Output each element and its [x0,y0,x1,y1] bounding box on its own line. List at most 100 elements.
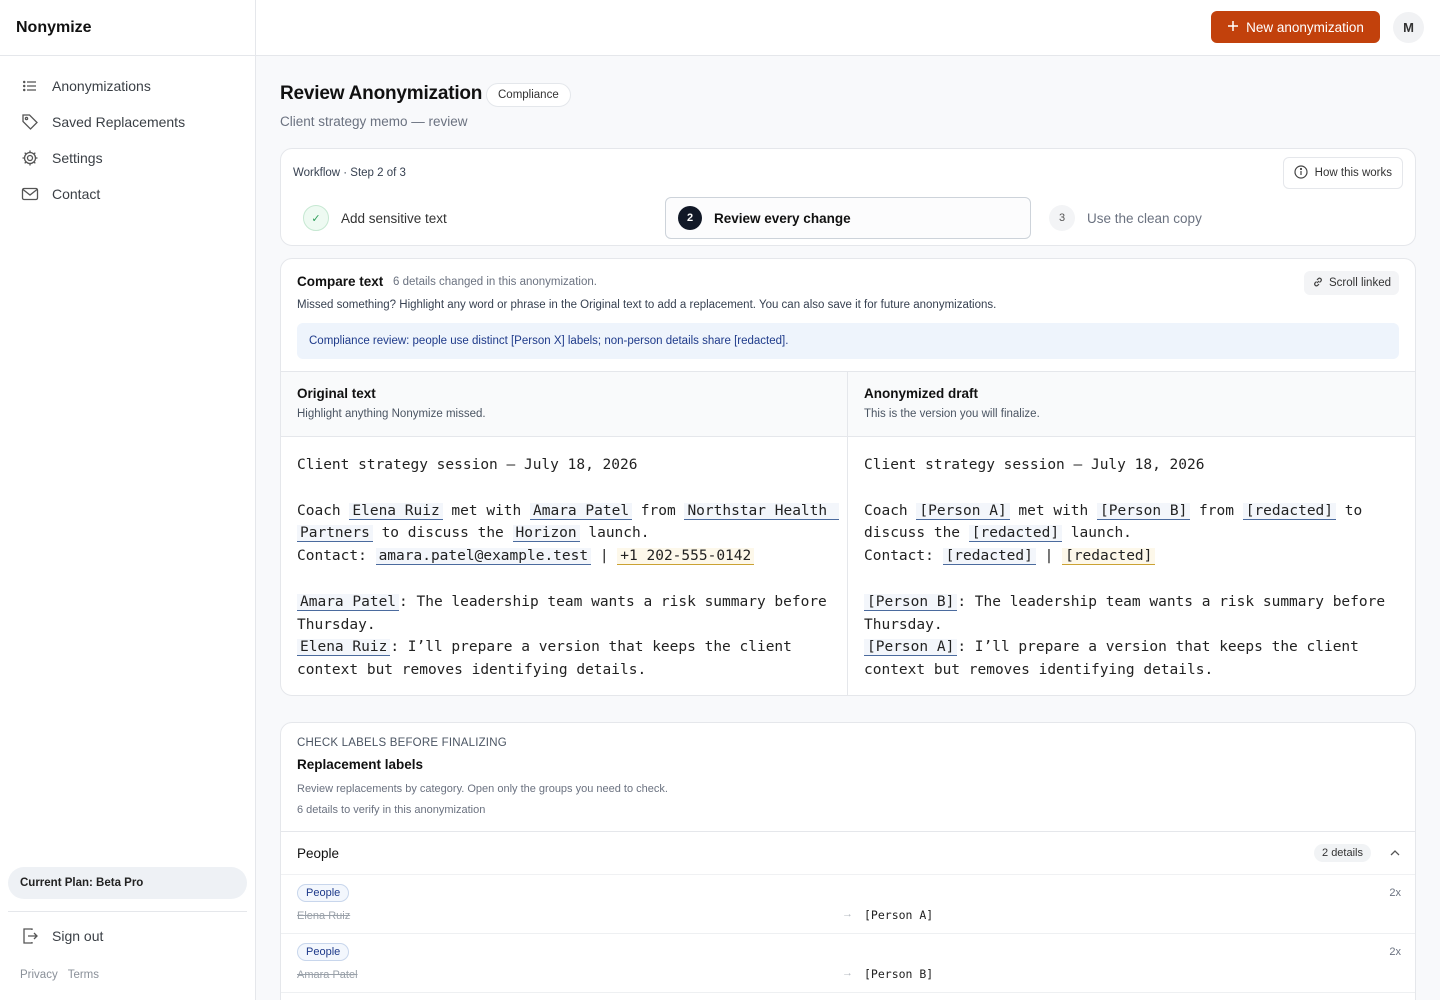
highlighted-replacement[interactable]: Amara Patel [297,593,400,611]
compare-title: Compare text [297,274,384,289]
brand-logo[interactable]: Nonymize [0,0,255,56]
step-label: Review every change [714,210,851,226]
sidebar-item-settings[interactable]: Settings [0,140,255,176]
step-review-every-change[interactable]: 2 Review every change [665,197,1031,239]
text-line [864,477,1401,500]
highlighted-replacement[interactable]: Horizon [512,525,580,543]
text-line: discuss the [redacted] launch. [864,522,1401,545]
text-line: Thursday. [864,614,1401,637]
category-tag: People [297,943,350,961]
page-title: Review Anonymization [280,83,483,104]
text-segment: Client strategy session — July 18, 2026 [297,457,638,473]
legal-links: Privacy Terms [20,969,99,981]
step-number: 2 [678,206,702,230]
occurrence-count: 2x [1389,887,1401,899]
scroll-linked-label: Scroll linked [1329,277,1391,289]
labels-overline: CHECK LABELS BEFORE FINALIZING [297,737,507,749]
text-line [297,477,831,500]
step-number: 3 [1049,205,1075,231]
text-segment: met with [1009,502,1098,519]
text-segment: : I’ll prepare a version that keeps the … [957,639,1359,656]
text-line: Thursday. [297,614,831,637]
text-segment: Contact: [297,548,376,565]
text-line: Coach Elena Ruiz met with Amara Patel fr… [297,500,839,523]
category-tag: People [297,884,350,902]
text-line: context but removes identifying details. [297,659,831,682]
highlighted-replacement[interactable]: Elena Ruiz [297,639,391,657]
current-plan-badge[interactable]: Current Plan: Beta Pro [8,867,247,899]
replacement-labels-card: CHECK LABELS BEFORE FINALIZING Replaceme… [280,722,1416,1000]
text-line: Coach [Person A] met with [Person B] fro… [864,500,1401,523]
sidebar-item-contact[interactable]: Contact [0,176,255,212]
sidebar-item-anonymizations[interactable]: Anonymizations [0,68,255,104]
highlighted-replacement[interactable]: +1 202-555-0142 [617,548,755,566]
original-text-body[interactable]: Client strategy session — July 18, 2026 C… [281,437,847,682]
original-panel-header: Original text Highlight anything Nonymiz… [281,372,847,437]
highlighted-replacement[interactable]: [redacted] [942,548,1036,566]
page-subtitle: Client strategy memo — review [280,114,468,129]
chevron-up-icon[interactable] [1389,847,1401,859]
arrow-right-icon: → [842,908,853,920]
text-line: [Person B]: The leadership team wants a … [864,591,1401,614]
step-label: Use the clean copy [1087,210,1202,226]
text-segment: Contact: [864,548,943,565]
workflow-label: Workflow · Step 2 of 3 [293,167,406,179]
original-text-panel: Original text Highlight anything Nonymiz… [281,371,848,695]
highlighted-replacement[interactable]: [Person B] [864,593,958,611]
text-segment: context but removes identifying details. [297,662,647,679]
labels-count: 6 details to verify in this anonymizatio… [297,804,486,816]
highlighted-replacement[interactable]: Elena Ruiz [349,502,443,520]
privacy-link[interactable]: Privacy [20,969,58,981]
group-header-people[interactable]: People 2 details [281,831,1415,875]
text-line: Contact: [redacted] | [redacted] [864,545,1401,568]
terms-link[interactable]: Terms [68,969,99,981]
step-use-the-clean-copy[interactable]: 3 Use the clean copy [1049,197,1202,239]
compliance-notice: Compliance review: people use distinct [… [297,323,1399,359]
highlighted-replacement[interactable]: [redacted] [1242,502,1337,520]
info-icon [1294,164,1308,182]
step-label: Add sensitive text [341,210,447,226]
text-line: Elena Ruiz: I’ll prepare a version that … [297,636,831,659]
highlighted-replacement[interactable]: amara.patel@example.test [375,548,592,566]
text-segment: met with [442,502,531,519]
highlighted-replacement[interactable]: [Person A] [916,502,1010,520]
text-line: [Person A]: I’ll prepare a version that … [864,636,1401,659]
sidebar-item-label: Settings [52,150,103,166]
text-line [864,568,1401,591]
highlighted-replacement[interactable]: Northstar Health [684,502,839,520]
replacement-value[interactable]: [Person A] [864,908,933,922]
scroll-linked-toggle[interactable]: Scroll linked [1304,271,1399,295]
sidebar-item-label: Contact [52,186,101,202]
replacement-row[interactable]: People Elena Ruiz → [Person A] 2x [281,875,1415,934]
highlighted-replacement[interactable]: Partners [297,525,373,543]
sidebar-item-saved-replacements[interactable]: Saved Replacements [0,104,255,140]
draft-text-body: Client strategy session — July 18, 2026 C… [848,437,1415,682]
how-this-works-label: How this works [1314,167,1392,179]
sign-out-button[interactable]: Sign out [20,926,103,946]
text-line: Client strategy session — July 18, 2026 [297,454,831,477]
text-segment: | [1035,548,1063,565]
workflow-card: Workflow · Step 2 of 3 How this works ✓ … [280,148,1416,246]
compliance-badge: Compliance [486,83,571,107]
check-icon: ✓ [303,205,329,231]
replacement-value[interactable]: [Person B] [864,967,933,981]
how-this-works-button[interactable]: How this works [1282,157,1403,189]
replacement-row[interactable]: People Amara Patel → [Person B] 2x [281,934,1415,993]
highlighted-replacement[interactable]: [redacted] [968,525,1063,543]
text-segment: : The leadership team wants a risk summa… [957,593,1386,610]
highlighted-replacement[interactable]: [Person B] [1097,502,1191,520]
avatar[interactable]: M [1393,12,1424,43]
top-bar: New anonymization M [256,0,1440,56]
highlighted-replacement[interactable]: [Person A] [864,639,958,657]
sidebar-item-label: Anonymizations [52,78,151,94]
mail-icon [20,184,40,204]
new-anonymization-button[interactable]: New anonymization [1211,11,1380,43]
text-line: Contact: amara.patel@example.test | +1 2… [297,545,831,568]
text-segment: discuss the [864,525,969,542]
highlighted-replacement[interactable]: [redacted] [1062,548,1156,566]
step-add-sensitive-text[interactable]: ✓ Add sensitive text [303,197,447,239]
text-segment: : The leadership team wants a risk summa… [399,593,827,610]
highlighted-replacement[interactable]: Amara Patel [530,502,633,520]
group-title: People [297,845,340,861]
text-segment: | [591,548,618,565]
